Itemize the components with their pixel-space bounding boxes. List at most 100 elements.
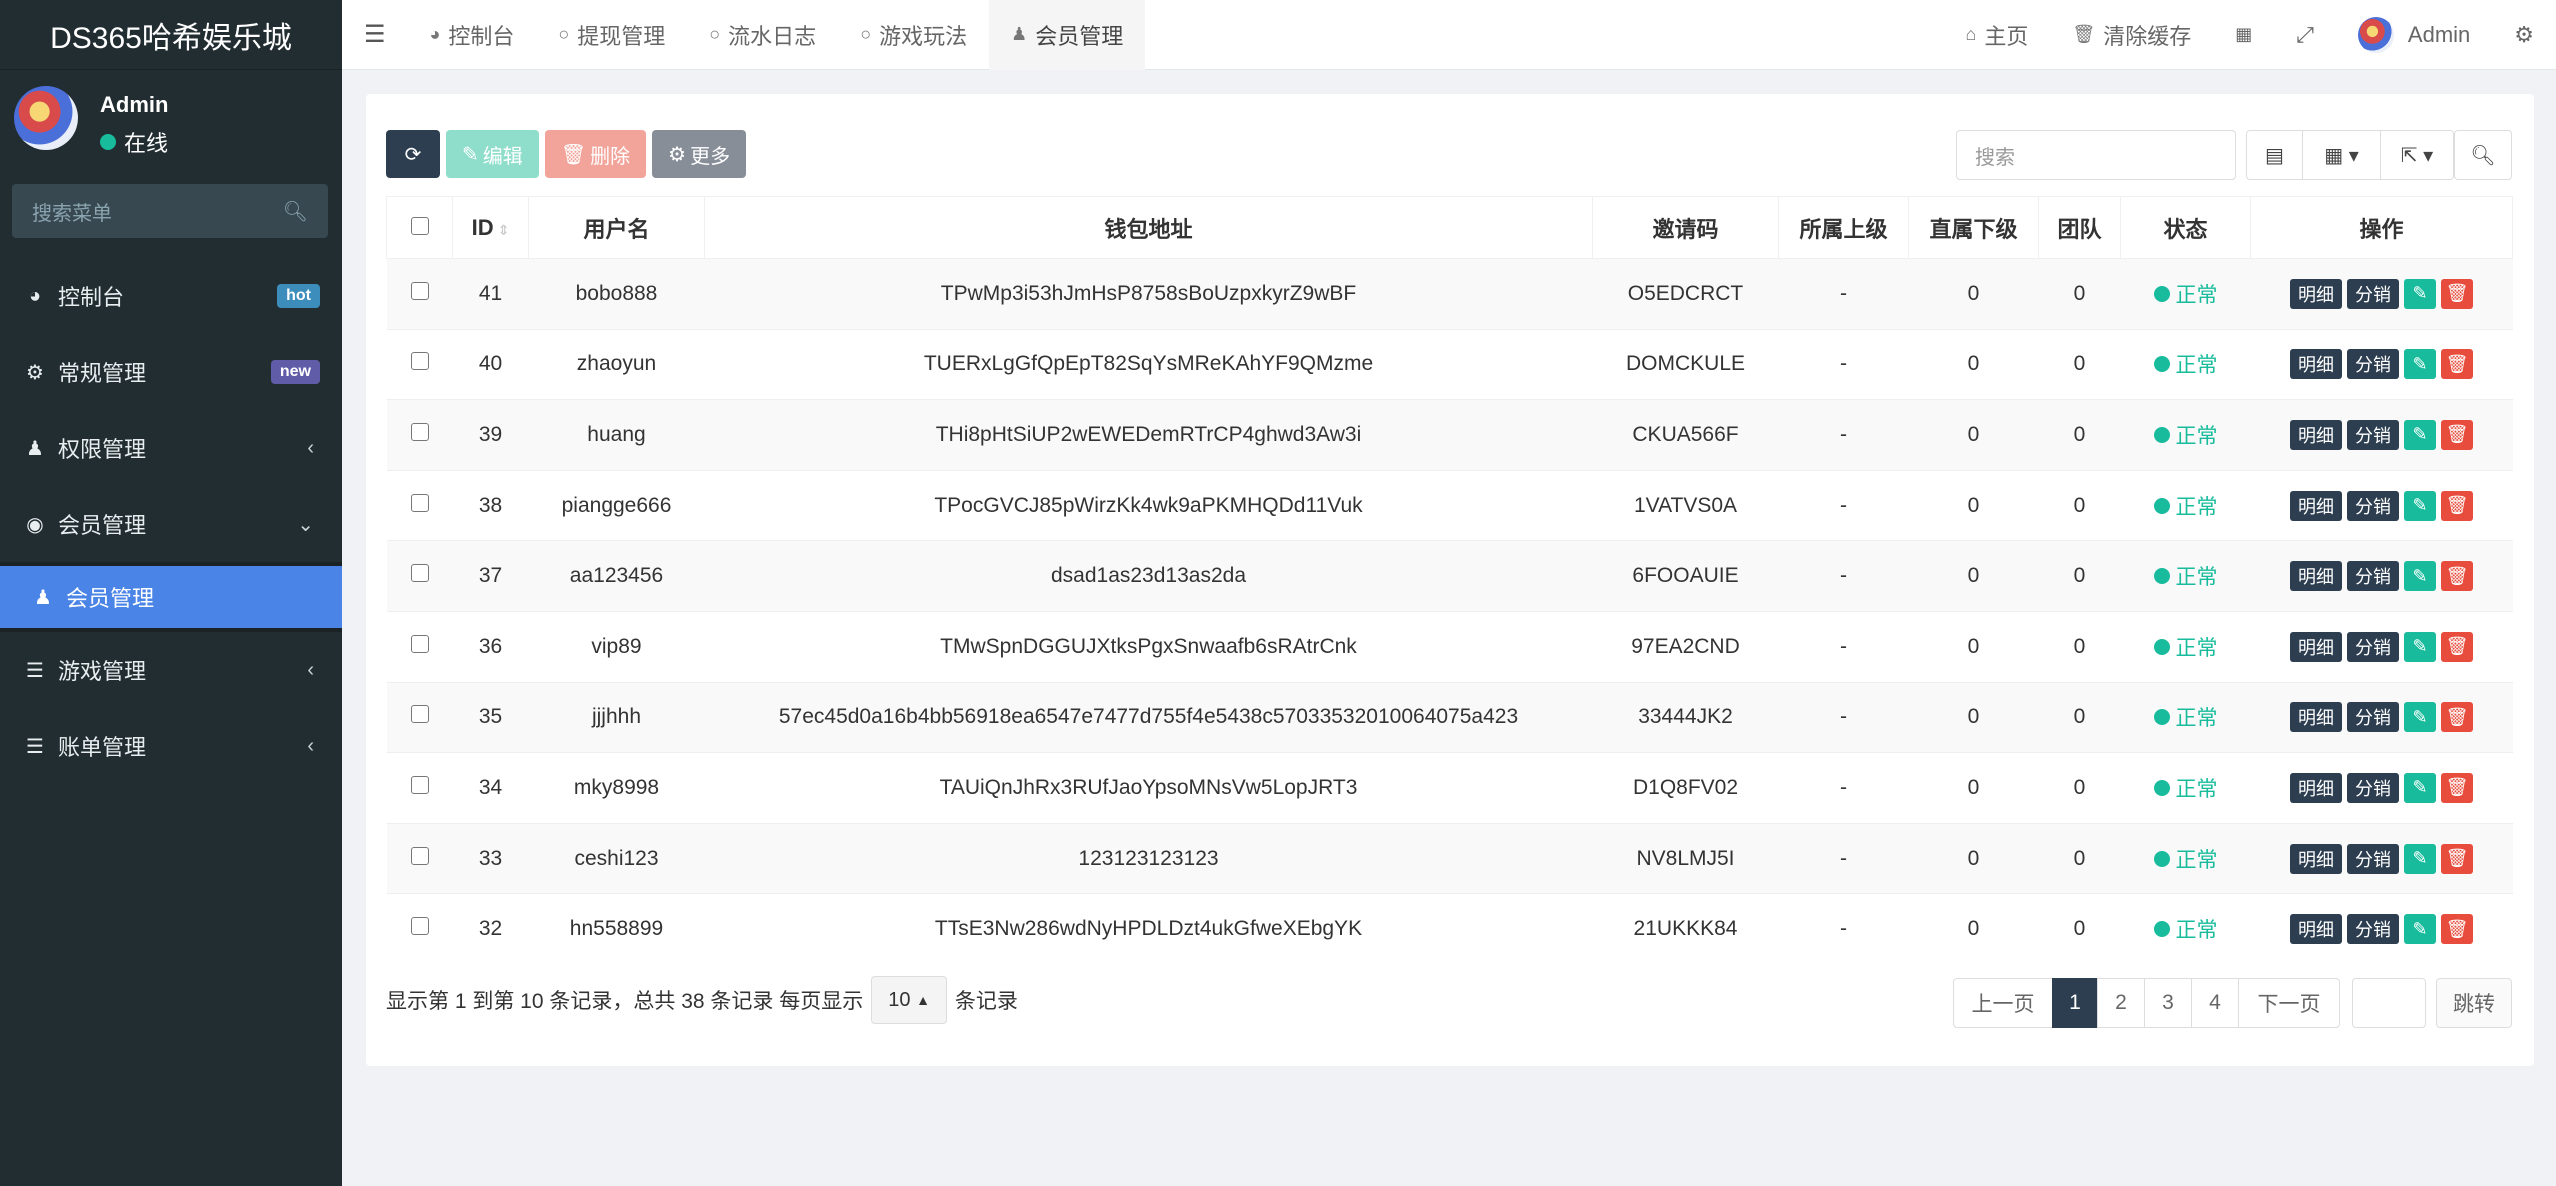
row-delete-button[interactable]: 🗑︎ <box>2441 490 2473 521</box>
tab-withdraw[interactable]: ○ 提现管理 <box>536 0 687 70</box>
row-checkbox[interactable] <box>386 540 453 612</box>
status-label: 正常 <box>2175 566 2218 590</box>
column-header-username: 用户名 <box>528 196 705 259</box>
status-badge: 正常 <box>2153 349 2218 379</box>
page-button-2[interactable]: 2 <box>2097 978 2145 1028</box>
detail-button[interactable]: 明细 <box>2290 349 2342 380</box>
sidebar-item-bills[interactable]: ☰ 账单管理 ‹ <box>0 708 342 784</box>
row-edit-button[interactable]: ✎ <box>2404 631 2436 662</box>
detail-button[interactable]: 明细 <box>2290 419 2342 450</box>
sidebar-item-members[interactable]: ◉ 会员管理 ⌄ <box>0 486 342 562</box>
detail-button[interactable]: 明细 <box>2290 914 2342 945</box>
toggle-view-button[interactable]: ▤ <box>2247 131 2303 179</box>
tab-dashboard[interactable]: ◕ 控制台 <box>408 0 537 70</box>
row-checkbox[interactable] <box>386 822 453 894</box>
page-button-1[interactable]: 1 <box>2052 978 2098 1028</box>
search-button[interactable]: 🔍︎ <box>2454 130 2512 180</box>
row-edit-button[interactable]: ✎ <box>2404 419 2436 450</box>
detail-button[interactable]: 明细 <box>2290 843 2342 874</box>
split-button[interactable]: 分销 <box>2347 702 2399 733</box>
page-size-select[interactable]: 10 ▲ <box>871 976 947 1024</box>
row-delete-button[interactable]: 🗑︎ <box>2441 278 2473 309</box>
row-delete-button[interactable]: 🗑︎ <box>2441 772 2473 803</box>
row-edit-button[interactable]: ✎ <box>2404 561 2436 592</box>
cell-wallet: 57ec45d0a16b4bb56918ea6547e7477d755f4e54… <box>704 681 1593 753</box>
delete-button[interactable]: 🗑︎ 删除 <box>544 130 647 178</box>
row-edit-button[interactable]: ✎ <box>2404 278 2436 309</box>
columns-button[interactable]: ▦ ▾ <box>2303 131 2381 179</box>
split-button[interactable]: 分销 <box>2347 419 2399 450</box>
cell-parent: - <box>1778 822 1909 894</box>
circle-icon: ○ <box>860 24 872 44</box>
edit-button[interactable]: ✎ 编辑 <box>446 130 539 178</box>
tab-member-management[interactable]: ♟ 会员管理 <box>989 0 1146 70</box>
row-delete-button[interactable]: 🗑︎ <box>2441 349 2473 380</box>
more-button[interactable]: ⚙ 更多 <box>652 130 747 178</box>
row-edit-button[interactable]: ✎ <box>2404 772 2436 803</box>
select-all-checkbox[interactable] <box>386 196 453 259</box>
detail-button[interactable]: 明细 <box>2290 772 2342 803</box>
row-delete-button[interactable]: 🗑︎ <box>2441 419 2473 450</box>
detail-button[interactable]: 明细 <box>2290 702 2342 733</box>
fullscreen-button[interactable]: ⤢ <box>2274 0 2336 70</box>
split-button[interactable]: 分销 <box>2347 278 2399 309</box>
row-delete-button[interactable]: 🗑︎ <box>2441 843 2473 874</box>
table-search-input[interactable]: 搜索 <box>1956 130 2236 180</box>
row-edit-button[interactable]: ✎ <box>2404 490 2436 521</box>
jump-button[interactable]: 跳转 <box>2436 978 2512 1028</box>
split-button[interactable]: 分销 <box>2347 349 2399 380</box>
detail-button[interactable]: 明细 <box>2290 631 2342 662</box>
row-edit-button[interactable]: ✎ <box>2404 702 2436 733</box>
row-edit-button[interactable]: ✎ <box>2404 349 2436 380</box>
language-button[interactable]: ▦ <box>2213 0 2274 70</box>
split-button[interactable]: 分销 <box>2347 490 2399 521</box>
split-button[interactable]: 分销 <box>2347 843 2399 874</box>
row-checkbox[interactable] <box>386 893 453 965</box>
row-checkbox[interactable] <box>386 681 453 753</box>
clear-cache-button[interactable]: 🗑︎ 清除缓存 <box>2050 0 2213 70</box>
sidebar-search-input[interactable]: 搜索菜单 🔍︎ <box>12 184 328 238</box>
cell-invite-code: D1Q8FV02 <box>1592 752 1779 824</box>
row-checkbox[interactable] <box>386 328 453 400</box>
sidebar-toggle-button[interactable]: ☰ <box>342 0 408 70</box>
export-button[interactable]: ⇱ ▾ <box>2381 131 2453 179</box>
row-checkbox[interactable] <box>386 258 453 330</box>
tab-flow-log[interactable]: ○ 流水日志 <box>687 0 838 70</box>
admin-menu[interactable]: Admin <box>2336 0 2492 70</box>
page-button-4[interactable]: 4 <box>2191 978 2239 1028</box>
settings-button[interactable]: ⚙ <box>2492 0 2556 70</box>
page-button-3[interactable]: 3 <box>2144 978 2192 1028</box>
home-link[interactable]: ⌂ 主页 <box>1944 0 2051 70</box>
cell-direct: 0 <box>1908 399 2039 471</box>
split-button[interactable]: 分销 <box>2347 772 2399 803</box>
sidebar-item-dashboard[interactable]: ◕ 控制台 hot <box>0 258 342 334</box>
split-button[interactable]: 分销 <box>2347 631 2399 662</box>
row-checkbox[interactable] <box>386 752 453 824</box>
column-header-id[interactable]: ID ⇕ <box>452 196 529 259</box>
row-checkbox[interactable] <box>386 469 453 541</box>
row-delete-button[interactable]: 🗑︎ <box>2441 702 2473 733</box>
row-checkbox[interactable] <box>386 399 453 471</box>
row-checkbox[interactable] <box>386 610 453 683</box>
sidebar-item-games[interactable]: ☰ 游戏管理 ‹ <box>0 632 342 708</box>
sidebar-item-permission[interactable]: ♟ 权限管理 ‹ <box>0 410 342 486</box>
jump-page-input[interactable] <box>2352 978 2426 1028</box>
next-page-button[interactable]: 下一页 <box>2238 978 2340 1028</box>
detail-button[interactable]: 明细 <box>2290 278 2342 309</box>
row-edit-button[interactable]: ✎ <box>2404 843 2436 874</box>
detail-button[interactable]: 明细 <box>2290 561 2342 592</box>
column-header-parent: 所属上级 <box>1778 196 1909 259</box>
refresh-button[interactable]: ⟳ <box>386 130 440 178</box>
prev-page-button[interactable]: 上一页 <box>1953 978 2053 1028</box>
row-delete-button[interactable]: 🗑︎ <box>2441 914 2473 945</box>
row-edit-button[interactable]: ✎ <box>2404 914 2436 945</box>
sidebar-subitem-member-management[interactable]: ♟ 会员管理 <box>0 562 342 632</box>
split-button[interactable]: 分销 <box>2347 914 2399 945</box>
row-delete-button[interactable]: 🗑︎ <box>2441 631 2473 662</box>
tab-gameplay[interactable]: ○ 游戏玩法 <box>838 0 989 70</box>
split-button[interactable]: 分销 <box>2347 561 2399 592</box>
row-delete-button[interactable]: 🗑︎ <box>2441 561 2473 592</box>
brand-logo[interactable]: DS365哈希娱乐城 <box>0 0 342 70</box>
sidebar-item-general[interactable]: ⚙ 常规管理 new <box>0 334 342 410</box>
detail-button[interactable]: 明细 <box>2290 490 2342 521</box>
